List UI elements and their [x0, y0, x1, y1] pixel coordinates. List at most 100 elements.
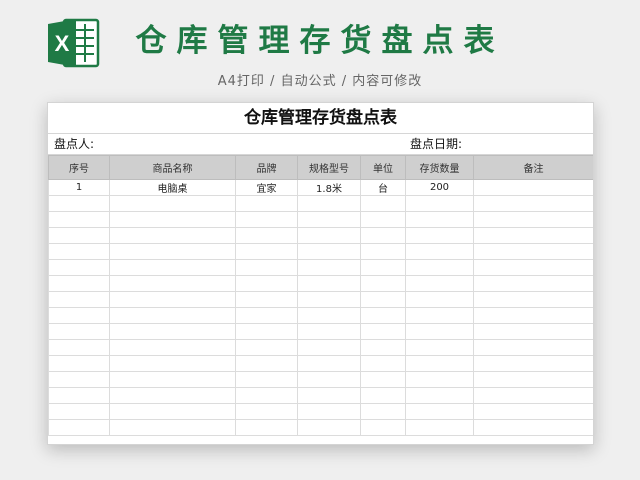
table-cell[interactable]: [235, 195, 298, 212]
table-cell[interactable]: [297, 339, 361, 356]
table-cell[interactable]: [48, 371, 110, 388]
table-cell[interactable]: [405, 387, 474, 404]
table-cell[interactable]: [235, 275, 298, 292]
table-cell[interactable]: [235, 227, 298, 244]
table-cell[interactable]: [235, 339, 298, 356]
table-cell[interactable]: [297, 275, 361, 292]
table-cell[interactable]: [297, 371, 361, 388]
table-cell[interactable]: [109, 259, 236, 276]
table-cell[interactable]: [473, 307, 593, 324]
table-cell[interactable]: [360, 275, 406, 292]
table-cell[interactable]: [360, 195, 406, 212]
table-cell[interactable]: [405, 291, 474, 308]
table-cell[interactable]: [109, 419, 236, 436]
table-cell[interactable]: [109, 195, 236, 212]
table-cell[interactable]: [48, 275, 110, 292]
table-cell[interactable]: [473, 227, 593, 244]
table-cell[interactable]: [473, 323, 593, 340]
table-cell[interactable]: [109, 371, 236, 388]
table-cell[interactable]: [109, 243, 236, 260]
table-cell[interactable]: [48, 243, 110, 260]
table-cell[interactable]: [360, 211, 406, 228]
table-cell[interactable]: 1: [48, 179, 110, 196]
table-cell[interactable]: [109, 355, 236, 372]
table-cell[interactable]: [297, 259, 361, 276]
table-cell[interactable]: 200: [405, 179, 474, 196]
table-cell[interactable]: [297, 355, 361, 372]
table-cell[interactable]: [405, 243, 474, 260]
table-cell[interactable]: [473, 275, 593, 292]
table-cell[interactable]: [473, 403, 593, 420]
table-cell[interactable]: [235, 243, 298, 260]
table-cell[interactable]: [297, 291, 361, 308]
table-cell[interactable]: [473, 291, 593, 308]
table-cell[interactable]: [297, 419, 361, 436]
table-cell[interactable]: [405, 355, 474, 372]
table-cell[interactable]: [360, 291, 406, 308]
table-cell[interactable]: [473, 371, 593, 388]
table-cell[interactable]: [297, 195, 361, 212]
table-cell[interactable]: [405, 259, 474, 276]
table-cell[interactable]: [405, 323, 474, 340]
table-cell[interactable]: 1.8米: [297, 179, 361, 196]
table-cell[interactable]: [297, 243, 361, 260]
table-cell[interactable]: 电脑桌: [109, 179, 236, 196]
table-cell[interactable]: [405, 339, 474, 356]
table-cell[interactable]: [48, 403, 110, 420]
table-cell[interactable]: [360, 323, 406, 340]
table-cell[interactable]: [405, 195, 474, 212]
table-cell[interactable]: [109, 307, 236, 324]
table-cell[interactable]: [405, 275, 474, 292]
table-cell[interactable]: [109, 403, 236, 420]
table-cell[interactable]: [360, 355, 406, 372]
table-cell[interactable]: [360, 403, 406, 420]
table-cell[interactable]: [235, 259, 298, 276]
table-cell[interactable]: [473, 355, 593, 372]
table-cell[interactable]: [48, 323, 110, 340]
table-cell[interactable]: [109, 227, 236, 244]
table-cell[interactable]: [360, 227, 406, 244]
table-cell[interactable]: [235, 307, 298, 324]
table-cell[interactable]: [360, 339, 406, 356]
table-cell[interactable]: [109, 275, 236, 292]
table-cell[interactable]: [48, 259, 110, 276]
table-cell[interactable]: 台: [360, 179, 406, 196]
table-cell[interactable]: [109, 387, 236, 404]
table-cell[interactable]: [235, 419, 298, 436]
table-cell[interactable]: [405, 211, 474, 228]
table-cell[interactable]: [297, 227, 361, 244]
table-cell[interactable]: [48, 387, 110, 404]
table-cell[interactable]: [360, 371, 406, 388]
table-cell[interactable]: [48, 195, 110, 212]
table-cell[interactable]: [360, 243, 406, 260]
table-cell[interactable]: [405, 371, 474, 388]
table-cell[interactable]: [360, 259, 406, 276]
table-cell[interactable]: [473, 179, 593, 196]
table-cell[interactable]: [48, 355, 110, 372]
table-cell[interactable]: [405, 227, 474, 244]
table-cell[interactable]: [360, 387, 406, 404]
table-cell[interactable]: [473, 195, 593, 212]
table-cell[interactable]: [235, 291, 298, 308]
table-cell[interactable]: [48, 291, 110, 308]
table-cell[interactable]: [48, 307, 110, 324]
table-cell[interactable]: [473, 339, 593, 356]
table-cell[interactable]: [297, 211, 361, 228]
table-cell[interactable]: [473, 211, 593, 228]
table-cell[interactable]: [235, 387, 298, 404]
table-cell[interactable]: [109, 339, 236, 356]
table-cell[interactable]: [235, 371, 298, 388]
table-cell[interactable]: [473, 259, 593, 276]
table-cell[interactable]: [473, 419, 593, 436]
table-cell[interactable]: [109, 211, 236, 228]
table-cell[interactable]: [473, 387, 593, 404]
table-cell[interactable]: [405, 307, 474, 324]
table-cell[interactable]: [48, 339, 110, 356]
table-cell[interactable]: [473, 243, 593, 260]
table-cell[interactable]: [235, 323, 298, 340]
table-cell[interactable]: [360, 419, 406, 436]
table-cell[interactable]: [297, 323, 361, 340]
table-cell[interactable]: [235, 355, 298, 372]
table-cell[interactable]: [48, 211, 110, 228]
table-cell[interactable]: 宜家: [235, 179, 298, 196]
